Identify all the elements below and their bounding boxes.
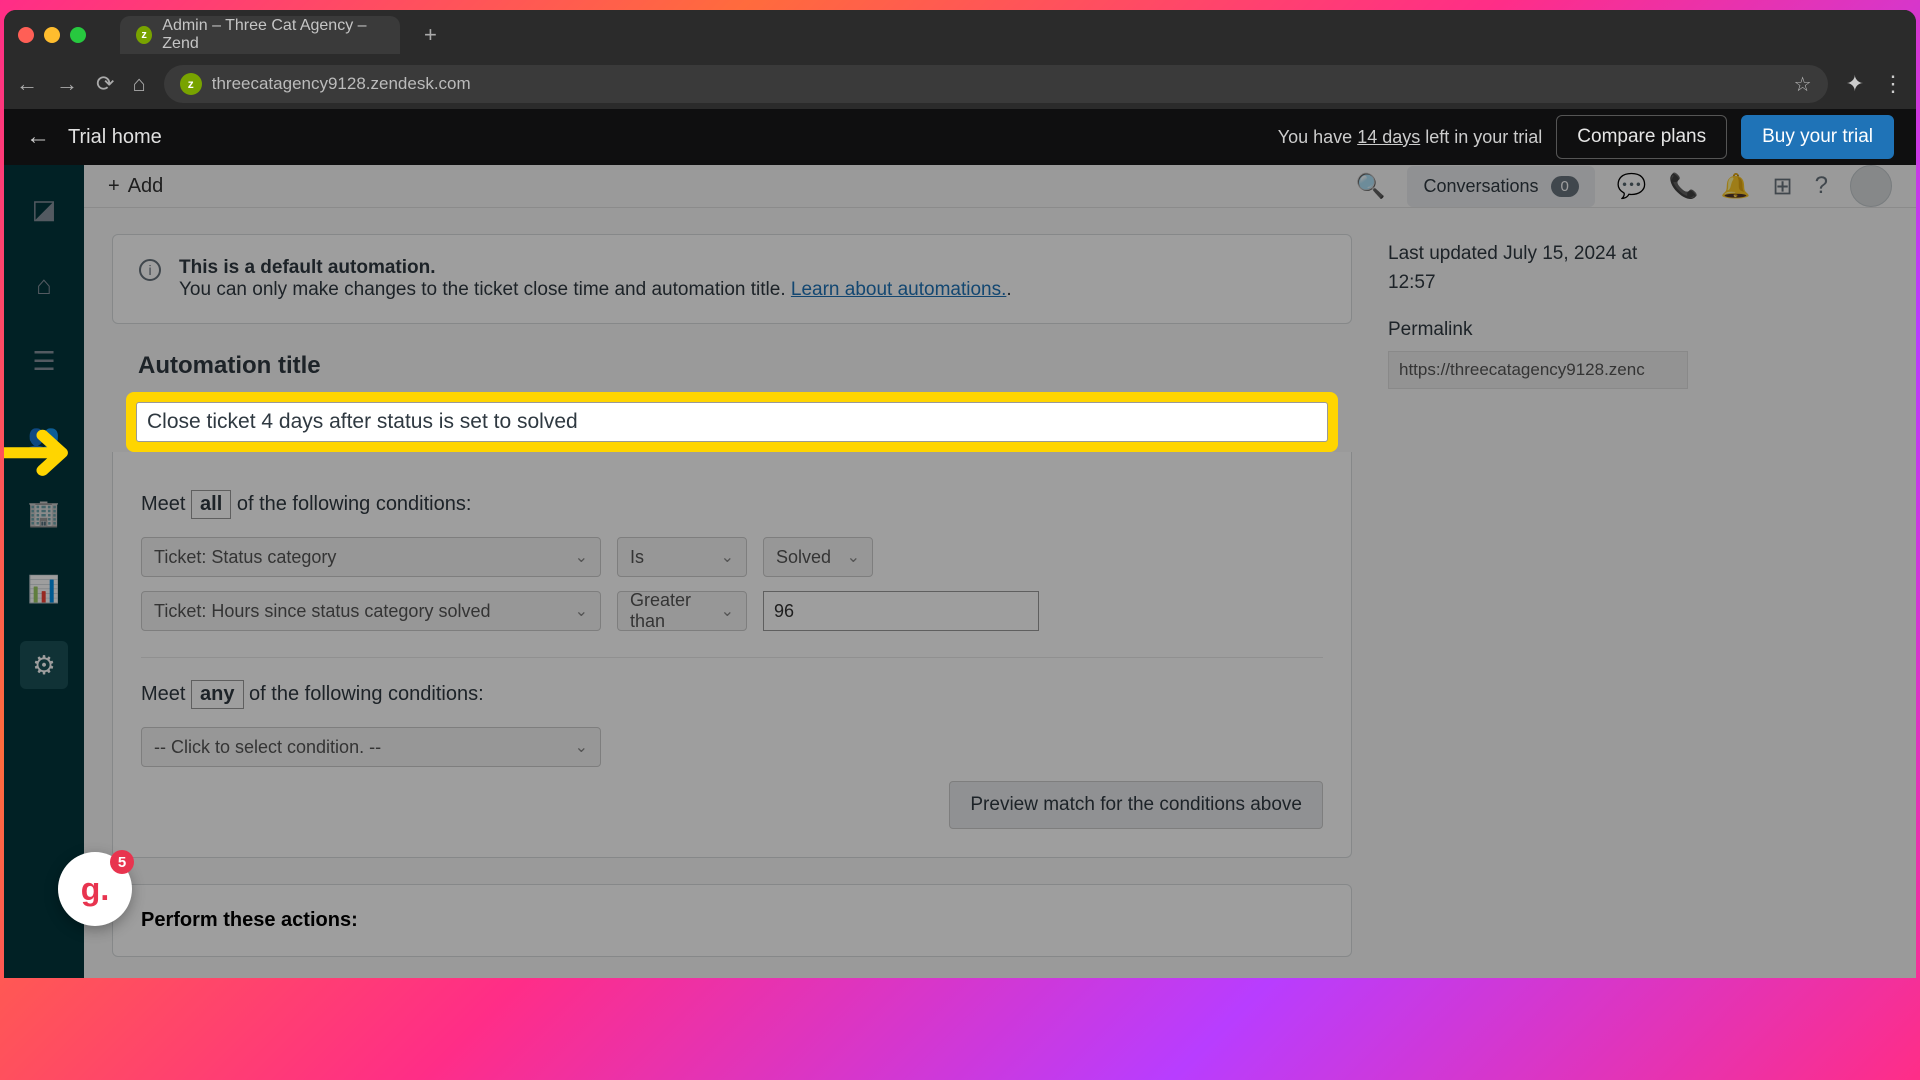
- actions-heading: Perform these actions:: [141, 909, 1323, 932]
- back-arrow-icon[interactable]: ←: [26, 123, 50, 151]
- chat-icon[interactable]: 💬: [1617, 172, 1647, 201]
- phone-icon[interactable]: 📞: [1669, 172, 1699, 201]
- condition-operator-select[interactable]: Greater than: [617, 591, 747, 631]
- apps-grid-icon[interactable]: ⊞: [1773, 172, 1793, 201]
- badge-count: 5: [110, 850, 134, 874]
- browser-menu-icon[interactable]: ⋮: [1882, 71, 1904, 97]
- site-favicon-icon: z: [180, 73, 202, 95]
- info-line1: This is a default automation.: [179, 257, 1012, 279]
- buy-trial-button[interactable]: Buy your trial: [1741, 115, 1894, 159]
- left-nav-rail: ◪ ⌂ ☰ 👥 🏢 📊 ⚙: [4, 165, 84, 978]
- trial-message: You have 14 days left in your trial: [1278, 127, 1543, 148]
- condition-field-select[interactable]: Ticket: Hours since status category solv…: [141, 591, 601, 631]
- nav-views-icon[interactable]: ☰: [20, 337, 68, 385]
- conversations-count: 0: [1551, 176, 1579, 197]
- trial-days[interactable]: 14 days: [1357, 127, 1420, 147]
- nav-back-icon[interactable]: ←: [16, 71, 38, 97]
- nav-org-icon[interactable]: 🏢: [20, 489, 68, 537]
- help-icon[interactable]: ?: [1815, 172, 1828, 200]
- title-highlight-box: [126, 392, 1338, 452]
- browser-tab[interactable]: z Admin – Three Cat Agency – Zend: [120, 16, 400, 54]
- automation-title-heading: Automation title: [138, 352, 1352, 380]
- learn-automations-link[interactable]: Learn about automations.: [791, 279, 1007, 300]
- automation-title-input[interactable]: [136, 402, 1328, 442]
- url-text: threecatagency9128.zendesk.com: [212, 74, 471, 94]
- metadata-sidebar: Last updated July 15, 2024 at 12:57 Perm…: [1388, 234, 1688, 957]
- condition-value-select[interactable]: Solved: [763, 537, 873, 577]
- condition-row: Ticket: Hours since status category solv…: [141, 591, 1323, 631]
- info-line2: You can only make changes to the ticket …: [179, 279, 1012, 301]
- maximize-window-icon[interactable]: [70, 27, 86, 43]
- all-qualifier: all: [191, 490, 231, 519]
- tab-title: Admin – Three Cat Agency – Zend: [162, 17, 384, 53]
- search-icon[interactable]: 🔍: [1356, 172, 1386, 201]
- user-avatar[interactable]: [1850, 165, 1892, 207]
- minimize-window-icon[interactable]: [44, 27, 60, 43]
- home-icon[interactable]: ⌂: [132, 71, 145, 97]
- zendesk-favicon-icon: z: [136, 26, 152, 44]
- browser-toolbar: ← → ⟳ ⌂ z threecatagency9128.zendesk.com…: [4, 59, 1916, 109]
- reload-icon[interactable]: ⟳: [96, 71, 114, 97]
- nav-forward-icon[interactable]: →: [56, 71, 78, 97]
- nav-reports-icon[interactable]: 📊: [20, 565, 68, 613]
- condition-operator-select[interactable]: Is: [617, 537, 747, 577]
- nav-admin-icon[interactable]: ⚙: [20, 641, 68, 689]
- permalink-url[interactable]: https://threecatagency9128.zenc: [1388, 351, 1688, 389]
- new-tab-button[interactable]: +: [424, 22, 437, 48]
- last-updated: Last updated July 15, 2024 at 12:57: [1388, 240, 1688, 297]
- info-banner: i This is a default automation. You can …: [112, 234, 1352, 324]
- page-toolbar: + Add 🔍 Conversations 0 💬 📞 🔔 ⊞ ?: [84, 165, 1916, 208]
- compare-plans-button[interactable]: Compare plans: [1556, 115, 1727, 159]
- condition-value-input[interactable]: [763, 591, 1039, 631]
- nav-home-icon[interactable]: ⌂: [20, 261, 68, 309]
- nav-dashboard-icon[interactable]: ◪: [20, 185, 68, 233]
- close-window-icon[interactable]: [18, 27, 34, 43]
- plus-icon: +: [108, 175, 120, 198]
- add-button[interactable]: + Add: [108, 175, 163, 198]
- meet-any-label: Meet any of the following conditions:: [141, 680, 1323, 709]
- actions-block: Perform these actions:: [112, 884, 1352, 957]
- info-icon: i: [139, 259, 161, 281]
- window-titlebar: z Admin – Three Cat Agency – Zend +: [4, 10, 1916, 59]
- meet-all-label: Meet all of the following conditions:: [141, 490, 1323, 519]
- trial-home-link[interactable]: Trial home: [68, 126, 162, 149]
- condition-row: Ticket: Status category Is Solved: [141, 537, 1323, 577]
- permalink-label: Permalink: [1388, 319, 1688, 341]
- trial-banner: ← Trial home You have 14 days left in yo…: [4, 109, 1916, 165]
- extensions-icon[interactable]: ✦: [1846, 71, 1864, 97]
- condition-field-select[interactable]: Ticket: Status category: [141, 537, 601, 577]
- condition-placeholder-select[interactable]: -- Click to select condition. --: [141, 727, 601, 767]
- bell-icon[interactable]: 🔔: [1721, 172, 1751, 201]
- nav-customers-icon[interactable]: 👥: [20, 413, 68, 461]
- floating-help-badge[interactable]: g. 5: [58, 852, 132, 926]
- address-bar[interactable]: z threecatagency9128.zendesk.com ☆: [164, 65, 1828, 103]
- preview-match-button[interactable]: Preview match for the conditions above: [949, 781, 1323, 829]
- bookmark-star-icon[interactable]: ☆: [1794, 72, 1812, 97]
- conversations-pill[interactable]: Conversations 0: [1407, 166, 1594, 207]
- any-qualifier: any: [191, 680, 243, 709]
- conditions-block: Meet all of the following conditions: Ti…: [112, 452, 1352, 858]
- divider: [141, 657, 1323, 658]
- badge-logo-icon: g.: [81, 871, 109, 908]
- condition-row: -- Click to select condition. --: [141, 727, 1323, 767]
